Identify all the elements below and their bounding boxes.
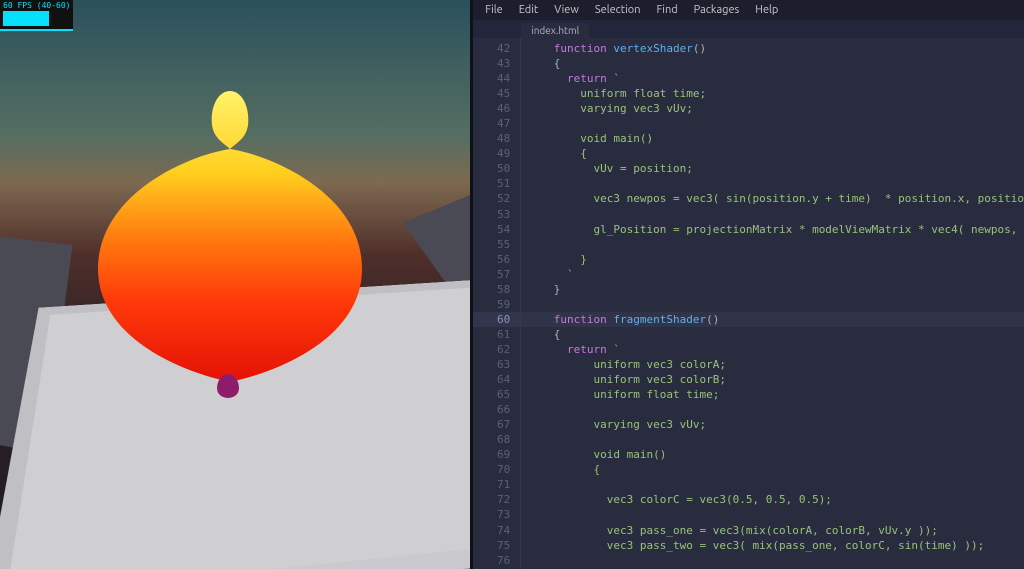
code-line[interactable]: [521, 116, 1024, 131]
code-line[interactable]: [521, 432, 1024, 447]
menu-find[interactable]: Find: [650, 2, 683, 18]
shader-mesh: [80, 85, 380, 385]
code-line[interactable]: varying vec3 vUv;: [521, 101, 1024, 116]
code-line[interactable]: return `: [521, 342, 1024, 357]
code-line[interactable]: {: [521, 462, 1024, 477]
code-line[interactable]: [521, 207, 1024, 222]
code-line[interactable]: [521, 553, 1024, 568]
menu-help[interactable]: Help: [749, 2, 784, 18]
menu-file[interactable]: File: [479, 2, 508, 18]
code-line[interactable]: {: [521, 56, 1024, 71]
code-line[interactable]: uniform vec3 colorA;: [521, 357, 1024, 372]
code-line[interactable]: void main(): [521, 447, 1024, 462]
code-line[interactable]: }: [521, 252, 1024, 267]
editor-tabbar: index.html: [473, 20, 1024, 38]
code-line[interactable]: {: [521, 146, 1024, 161]
fps-counter: 60 FPS (40-60): [0, 0, 73, 31]
code-line[interactable]: vec3 pass_one = vec3(mix(colorA, colorB,…: [521, 523, 1024, 538]
code-line[interactable]: vec3 pass_two = vec3( mix(pass_one, colo…: [521, 538, 1024, 553]
line-number-gutter: 4243444546474849505152535455565758596061…: [473, 38, 521, 569]
menu-edit[interactable]: Edit: [513, 2, 545, 18]
code-line[interactable]: uniform vec3 colorB;: [521, 372, 1024, 387]
code-line[interactable]: vec3 newpos = vec3( sin(position.y + tim…: [521, 191, 1024, 206]
code-line[interactable]: `: [521, 267, 1024, 282]
code-line[interactable]: [521, 402, 1024, 417]
code-line[interactable]: vec3 colorC = vec3(0.5, 0.5, 0.5);: [521, 492, 1024, 507]
code-line[interactable]: {: [521, 327, 1024, 342]
code-line[interactable]: [521, 176, 1024, 191]
shader-mesh-tip: [217, 374, 239, 398]
code-line[interactable]: [521, 237, 1024, 252]
fps-graph: [3, 11, 49, 26]
code-line[interactable]: uniform float time;: [521, 86, 1024, 101]
code-line[interactable]: uniform float time;: [521, 387, 1024, 402]
code-line[interactable]: gl_Position = projectionMatrix * modelVi…: [521, 222, 1024, 237]
code-line[interactable]: [521, 477, 1024, 492]
menu-view[interactable]: View: [548, 2, 585, 18]
code-line[interactable]: [521, 297, 1024, 312]
code-line[interactable]: function vertexShader(): [521, 41, 1024, 56]
code-line[interactable]: }: [521, 282, 1024, 297]
code-line[interactable]: varying vec3 vUv;: [521, 417, 1024, 432]
menu-selection[interactable]: Selection: [589, 2, 647, 18]
fps-readout: 60 FPS (40-60): [3, 1, 70, 10]
code-line[interactable]: vUv = position;: [521, 161, 1024, 176]
code-line[interactable]: function fragmentShader(): [521, 312, 1024, 327]
code-line[interactable]: return `: [521, 71, 1024, 86]
code-text[interactable]: function vertexShader() { return ` unifo…: [521, 38, 1024, 569]
editor-menubar: File Edit View Selection Find Packages H…: [473, 0, 1024, 20]
menu-packages[interactable]: Packages: [688, 2, 746, 18]
code-line[interactable]: void main(): [521, 131, 1024, 146]
webgl-viewport[interactable]: 60 FPS (40-60): [0, 0, 470, 569]
tab-index-html[interactable]: index.html: [521, 23, 589, 38]
code-line[interactable]: [521, 507, 1024, 522]
code-area[interactable]: 4243444546474849505152535455565758596061…: [473, 38, 1024, 569]
code-editor: File Edit View Selection Find Packages H…: [473, 0, 1024, 569]
